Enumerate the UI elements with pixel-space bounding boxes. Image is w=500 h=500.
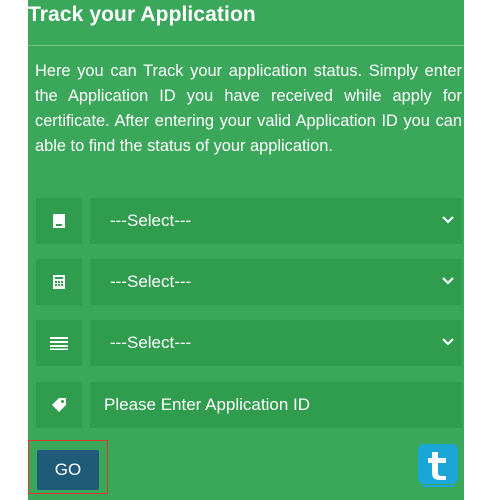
page-title: Track your Application (28, 3, 256, 26)
application-id-input[interactable]: Please Enter Application ID (90, 382, 462, 428)
tag-icon (36, 382, 82, 428)
select-row-2: ---Select--- (36, 259, 462, 305)
type-select[interactable]: ---Select--- (90, 259, 462, 305)
service-select-value: ---Select--- (110, 333, 192, 352)
input-row: Please Enter Application ID (36, 382, 462, 428)
application-id-placeholder: Please Enter Application ID (104, 395, 311, 414)
document-icon (36, 198, 82, 244)
list-icon (36, 320, 82, 366)
category-select[interactable]: ---Select--- (90, 198, 462, 244)
go-button[interactable]: GO (37, 450, 99, 490)
track-application-panel: Track your Application Here you can Trac… (28, 0, 464, 500)
go-button-highlight: GO (28, 440, 108, 494)
category-select-value: ---Select--- (110, 211, 192, 230)
divider (28, 45, 464, 46)
chevron-down-icon (442, 338, 454, 346)
type-select-value: ---Select--- (110, 272, 192, 291)
chevron-down-icon (442, 277, 454, 285)
chevron-down-icon (442, 216, 454, 224)
t-logo-icon (418, 444, 458, 488)
select-row-1: ---Select--- (36, 198, 462, 244)
description-text: Here you can Track your application stat… (35, 62, 462, 155)
calculator-icon (36, 259, 82, 305)
service-select[interactable]: ---Select--- (90, 320, 462, 366)
select-row-3: ---Select--- (36, 320, 462, 366)
